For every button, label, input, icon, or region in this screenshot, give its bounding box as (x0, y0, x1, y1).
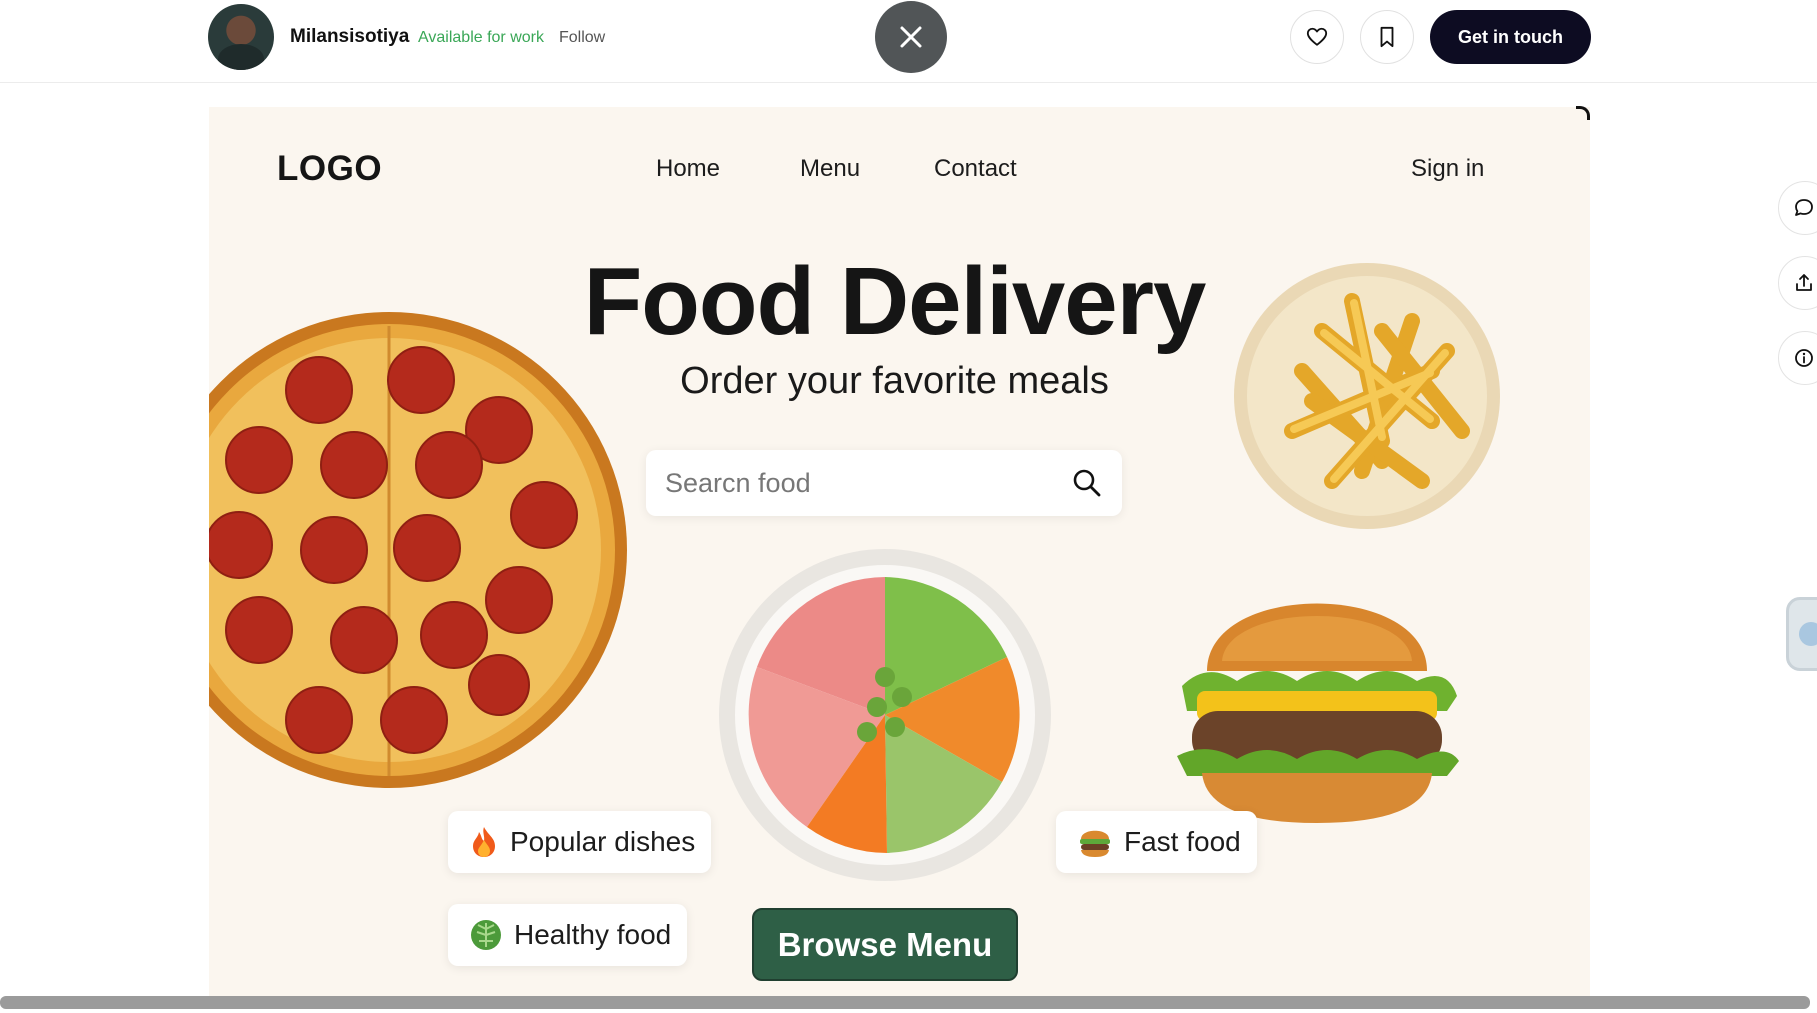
comment-icon (1795, 199, 1813, 216)
availability-status: Available for work (418, 29, 544, 46)
info-button[interactable] (1778, 331, 1817, 385)
info-icon (1795, 349, 1813, 367)
search-box (646, 450, 1122, 516)
designer-avatar[interactable] (208, 4, 274, 70)
popular-dishes-label: Popular dishes (510, 826, 696, 857)
sign-in-link[interactable]: Sign in (1411, 155, 1484, 183)
nav-contact[interactable]: Contact (934, 155, 1017, 183)
hero-subtitle: Order your favorite meals (680, 360, 1109, 402)
shot-canvas: LOGO Home Menu Contact Sign in Searcn fo… (209, 107, 1590, 997)
like-button[interactable] (1290, 10, 1344, 64)
nav-home[interactable]: Home (656, 155, 720, 183)
share-icon (1796, 274, 1812, 291)
save-button[interactable] (1360, 10, 1414, 64)
close-icon (900, 26, 922, 48)
share-button[interactable] (1778, 256, 1817, 310)
side-tab-handle[interactable] (1786, 597, 1817, 671)
shot-header: Milansisotiya Available for work Follow … (0, 0, 1817, 83)
search-input[interactable] (665, 450, 1065, 516)
fire-icon (470, 826, 498, 858)
follow-link[interactable]: Follow (559, 29, 605, 47)
comment-button[interactable] (1778, 181, 1817, 235)
hero-title: Food Delivery (583, 248, 1207, 355)
browse-menu-button[interactable]: Browse Menu (752, 908, 1018, 981)
site-logo[interactable]: LOGO (277, 149, 382, 189)
fast-food-chip[interactable]: Fast food (1056, 811, 1257, 873)
search-icon[interactable] (1071, 467, 1103, 499)
healthy-food-label: Healthy food (514, 919, 672, 950)
close-button[interactable] (875, 1, 947, 73)
burger-image (1177, 603, 1459, 823)
poke-bowl-image (719, 549, 1051, 881)
horizontal-scrollbar[interactable] (0, 996, 1810, 1009)
nav-menu[interactable]: Menu (800, 155, 860, 183)
fast-food-label: Fast food (1124, 826, 1241, 857)
heart-icon (1306, 27, 1328, 46)
burger-icon (1078, 826, 1112, 858)
leafy-green-icon (470, 919, 502, 951)
healthy-food-chip[interactable]: Healthy food (448, 904, 688, 966)
designer-name[interactable]: Milansisotiya (290, 26, 409, 48)
get-in-touch-button[interactable]: Get in touch (1430, 10, 1591, 64)
bookmark-icon (1380, 26, 1394, 48)
popular-dishes-chip[interactable]: Popular dishes (448, 811, 712, 873)
